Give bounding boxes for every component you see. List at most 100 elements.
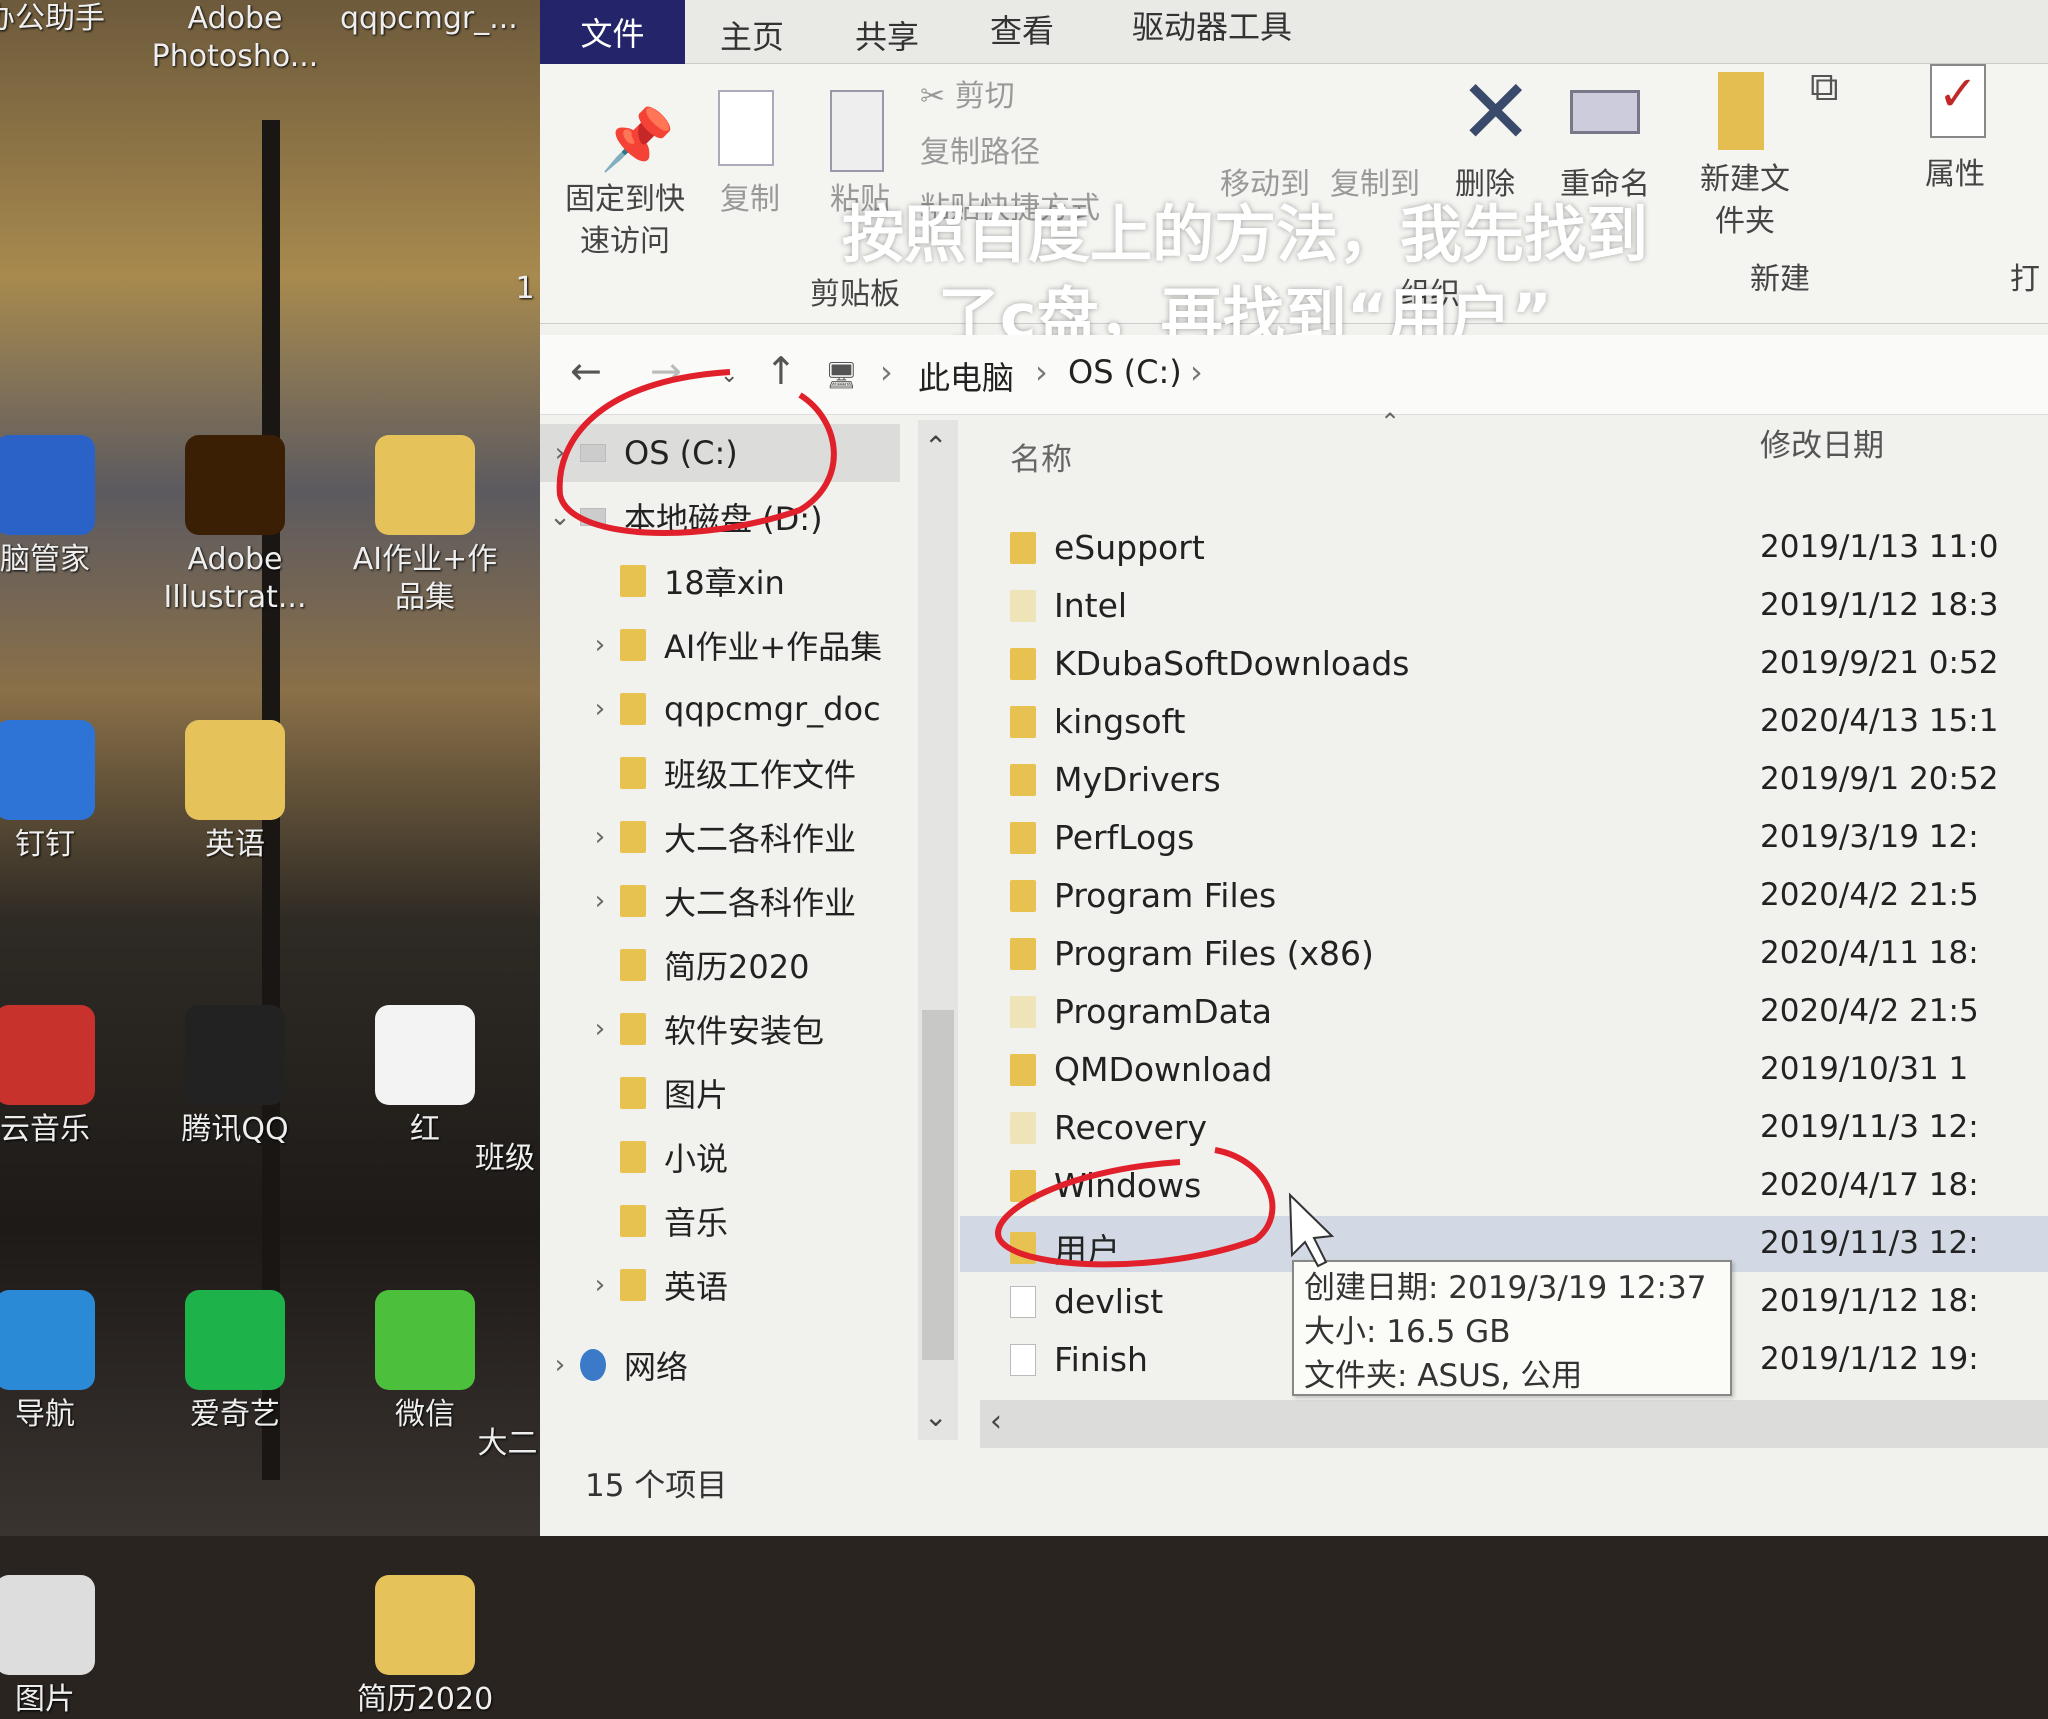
desktop-icon[interactable]: 微信 xyxy=(340,1290,510,1434)
scroll-up-icon[interactable]: ⌃ xyxy=(924,430,947,463)
desktop-icon[interactable]: 云音乐 xyxy=(0,1005,130,1149)
desktop: 办公助手 Adobe Photosho... qqpcmgr_... 脑管家 Adobe… xyxy=(0,0,540,1717)
tab-view[interactable]: 查看 xyxy=(990,6,1054,52)
expand-chevron-icon[interactable]: › xyxy=(540,1350,580,1380)
desktop-icon[interactable]: 腾讯QQ xyxy=(150,1005,320,1149)
breadcrumb-this-pc[interactable]: 此电脑 xyxy=(918,353,1014,399)
nav-item[interactable]: › 大二各科作业 xyxy=(540,872,900,930)
file-row[interactable]: QMDownload 2019/10/31 1 xyxy=(960,1042,2048,1098)
ribbon: 📌 固定到快速访问 复制 粘贴 ✂ 剪切 复制路径 粘贴快捷方式 剪贴板 移动到… xyxy=(540,64,2048,353)
scissors-icon: ✂ xyxy=(920,79,955,114)
file-row[interactable]: Program Files 2020/4/2 21:5 xyxy=(960,868,2048,924)
breadcrumb-separator: › xyxy=(880,353,893,391)
tab-home[interactable]: 主页 xyxy=(720,12,784,58)
expand-chevron-icon[interactable]: › xyxy=(580,630,620,660)
up-icon[interactable]: ↑ xyxy=(765,349,797,393)
file-row[interactable]: Recovery 2019/11/3 12: xyxy=(960,1100,2048,1156)
navigation-pane: › OS (C:) ⌄ 本地磁盘 (D:) 18章xin › AI作业+作品集 › qqpcmg… xyxy=(540,420,920,1420)
file-row[interactable]: MyDrivers 2019/9/1 20:52 xyxy=(960,752,2048,808)
copy-button[interactable]: 复制 xyxy=(705,179,795,221)
expand-chevron-icon[interactable]: ⌄ xyxy=(540,502,580,532)
desktop-icon[interactable]: 红 xyxy=(340,1005,510,1149)
new-folder-button[interactable]: 新建文件夹 xyxy=(1690,159,1800,243)
desktop-icon[interactable]: Adobe Photosho... xyxy=(150,0,320,76)
nav-item[interactable]: 小说 xyxy=(540,1128,900,1186)
file-row[interactable]: ProgramData 2020/4/2 21:5 xyxy=(960,984,2048,1040)
nav-item[interactable]: › 英语 xyxy=(540,1256,900,1314)
nav-item[interactable]: ⌄ 本地磁盘 (D:) xyxy=(540,488,900,546)
new-folder-icon xyxy=(1718,72,1764,150)
desktop-icon-partial[interactable]: 1 xyxy=(510,270,540,308)
desktop-icon[interactable]: 办公助手 xyxy=(0,0,130,38)
desktop-icon[interactable]: 脑管家 xyxy=(0,435,130,579)
file-row[interactable]: Windows 2020/4/17 18: xyxy=(960,1158,2048,1214)
scrollbar-thumb[interactable] xyxy=(922,1010,954,1360)
horizontal-scrollbar[interactable]: ‹ xyxy=(980,1400,2048,1448)
nav-item[interactable]: › 软件安装包 xyxy=(540,1000,900,1058)
nav-item[interactable]: › qqpcmgr_doc xyxy=(540,680,900,738)
column-header-date[interactable]: 修改日期 xyxy=(1760,420,1884,465)
nav-item-label: 18章xin xyxy=(664,564,785,602)
file-name: ProgramData xyxy=(1054,992,1273,1031)
properties-button[interactable]: 属性 xyxy=(1925,154,1985,196)
nav-item-label: 英语 xyxy=(664,1268,729,1306)
tab-share[interactable]: 共享 xyxy=(855,12,919,58)
expand-chevron-icon[interactable]: › xyxy=(540,438,580,468)
file-row[interactable]: KDubaSoftDownloads 2019/9/21 0:52 xyxy=(960,636,2048,692)
nav-item[interactable]: › AI作业+作品集 xyxy=(540,616,900,674)
breadcrumb-os-c[interactable]: OS (C:) xyxy=(1068,353,1182,391)
tab-file[interactable]: 文件 xyxy=(540,0,685,64)
nav-item[interactable]: › 网络 xyxy=(540,1336,900,1394)
desktop-icon-label: 办公助手 xyxy=(0,1,105,36)
new-group-label: 新建 xyxy=(1750,262,1810,297)
expand-chevron-icon[interactable]: › xyxy=(580,694,620,724)
desktop-icon[interactable]: 爱奇艺 xyxy=(150,1290,320,1434)
scroll-left-icon[interactable]: ‹ xyxy=(990,1404,1002,1439)
new-item-icon[interactable]: ⧉ xyxy=(1810,64,1839,110)
nav-item[interactable]: › OS (C:) xyxy=(540,424,900,482)
desktop-icon-partial[interactable]: 大二 xyxy=(475,1425,540,1463)
column-header-name[interactable]: 名称 xyxy=(1010,434,1072,479)
cut-button[interactable]: ✂ 剪切 xyxy=(920,76,1015,118)
file-row[interactable]: Program Files (x86) 2020/4/11 18: xyxy=(960,926,2048,982)
nav-item[interactable]: › 大二各科作业 xyxy=(540,808,900,866)
scroll-down-icon[interactable]: ⌄ xyxy=(924,1400,947,1433)
forward-icon[interactable]: → xyxy=(650,349,682,393)
file-row[interactable]: eSupport 2019/1/13 11:0 xyxy=(960,520,2048,576)
tab-drive-tools[interactable]: 驱动器工具 xyxy=(1132,2,1292,48)
nav-item[interactable]: 班级工作文件 xyxy=(540,744,900,802)
item-count: 15 个项目 xyxy=(585,1468,728,1504)
expand-chevron-icon[interactable]: › xyxy=(580,886,620,916)
nav-item[interactable]: 简历2020 xyxy=(540,936,900,994)
desktop-icon-label: 英语 xyxy=(205,827,265,862)
nav-item[interactable]: 18章xin xyxy=(540,552,900,610)
desktop-icon[interactable]: 简历2020 xyxy=(340,1575,510,1719)
desktop-icon[interactable]: 导航 xyxy=(0,1290,130,1434)
file-name: Finish xyxy=(1054,1340,1148,1379)
desktop-icon[interactable]: Adobe Illustrat... xyxy=(150,435,320,617)
pin-to-quick-access-button[interactable]: 固定到快速访问 xyxy=(555,179,695,263)
file-date: 2019/9/21 0:52 xyxy=(1760,645,1999,681)
nav-item[interactable]: 图片 xyxy=(540,1064,900,1122)
desktop-icon[interactable]: 英语 xyxy=(150,720,320,864)
desktop-icon-partial[interactable]: 班级 xyxy=(470,1140,540,1178)
expand-chevron-icon[interactable]: › xyxy=(580,1014,620,1044)
expand-chevron-icon[interactable]: › xyxy=(580,822,620,852)
back-icon[interactable]: ← xyxy=(570,349,602,393)
recent-chevron-icon[interactable]: ⌄ xyxy=(720,363,738,388)
desktop-icon[interactable]: qqpcmgr_... xyxy=(340,0,518,38)
file-row[interactable]: kingsoft 2020/4/13 15:1 xyxy=(960,694,2048,750)
desktop-icon[interactable]: 图片 xyxy=(0,1575,130,1719)
folder-icon xyxy=(620,757,646,789)
navpane-scrollbar[interactable]: ⌃ ⌄ xyxy=(918,420,958,1440)
file-row[interactable]: PerfLogs 2019/3/19 12: xyxy=(960,810,2048,866)
copy-path-button[interactable]: 复制路径 xyxy=(920,132,1040,174)
expand-chevron-icon[interactable]: › xyxy=(580,1270,620,1300)
desktop-icon[interactable]: AI作业+作品集 xyxy=(340,435,510,617)
nav-item[interactable]: 音乐 xyxy=(540,1192,900,1250)
folder-icon xyxy=(1010,1169,1036,1202)
desktop-icon[interactable]: 钉钉 xyxy=(0,720,130,864)
file-row[interactable]: Intel 2019/1/12 18:3 xyxy=(960,578,2048,634)
address-bar[interactable]: ← → ⌄ ↑ 🖥 › 此电脑 › OS (C:) › xyxy=(540,335,2048,415)
file-name: Intel xyxy=(1054,586,1128,625)
